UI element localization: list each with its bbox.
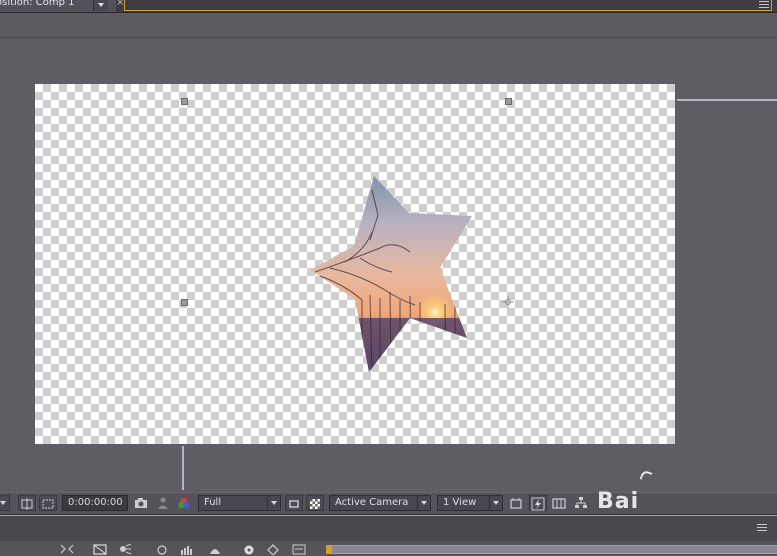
grid-icon (21, 498, 33, 510)
keyframe-nav-icon[interactable] (266, 544, 280, 555)
composition-canvas[interactable] (35, 84, 675, 444)
anchor-point-icon[interactable] (502, 296, 514, 308)
layer-handle-top-right[interactable] (505, 98, 512, 105)
timeline-panel-header (0, 515, 777, 542)
camera-view-value: Active Camera (335, 497, 409, 508)
mask-visibility-button[interactable] (39, 495, 57, 511)
resolution-dropdown[interactable]: Full (198, 495, 281, 511)
flowchart-icon[interactable] (574, 496, 588, 510)
checkerboard-icon (310, 499, 320, 509)
region-icon (289, 500, 299, 508)
draft-3d-icon[interactable] (60, 544, 74, 555)
fast-previews-button[interactable] (529, 495, 547, 511)
magnification-button[interactable] (0, 495, 10, 511)
composition-tab-label: osition: Comp 1 (0, 0, 75, 8)
panel-menu-icon[interactable] (759, 1, 769, 9)
brainstorm-icon[interactable] (208, 544, 222, 555)
chevron-down-icon[interactable] (93, 0, 108, 11)
layer-handle-mid-left[interactable] (181, 299, 188, 306)
stopwatch-icon[interactable] (242, 544, 256, 555)
layer-handle-top-left[interactable] (181, 98, 188, 105)
graph-editor-icon[interactable] (180, 544, 194, 555)
mask-icon (42, 499, 54, 509)
work-area-bar[interactable] (326, 545, 777, 554)
pixel-aspect-icon[interactable] (509, 496, 523, 510)
rgb-channels-icon[interactable] (177, 496, 191, 510)
motion-blur-icon[interactable] (118, 544, 132, 555)
guide-line-horizontal[interactable] (677, 99, 777, 101)
chart-icon[interactable] (292, 544, 306, 555)
composition-navigator-bar (0, 13, 777, 38)
region-of-interest-button[interactable] (285, 495, 303, 511)
transparency-grid-button[interactable] (306, 495, 324, 511)
view-layout-value: 1 View (443, 497, 477, 508)
active-panel-frame (124, 0, 772, 11)
title-action-safe-button[interactable] (18, 495, 36, 511)
fast-preview-icon (531, 497, 545, 511)
panel-menu-icon[interactable] (757, 524, 767, 532)
guide-line-vertical[interactable] (182, 446, 184, 490)
view-layout-dropdown[interactable]: 1 View (437, 495, 503, 511)
composition-mini-flowchart-icon[interactable] (93, 544, 107, 555)
current-time-field[interactable]: 0:00:00:00 (62, 495, 128, 511)
panel-tab-bar: osition: Comp 1 × (0, 0, 777, 13)
composition-tab[interactable]: osition: Comp 1 (0, 0, 116, 12)
camera-view-dropdown[interactable]: Active Camera (329, 495, 431, 511)
watermark-logo: Bai (597, 489, 640, 514)
viewer-toolbar: 0:00:00:00 Full Active Camera 1 View (0, 492, 777, 515)
resolution-value: Full (204, 497, 222, 508)
camera-icon[interactable] (134, 496, 148, 510)
timeline-icon[interactable] (552, 496, 566, 510)
solo-icon[interactable] (155, 544, 169, 555)
person-icon[interactable] (156, 496, 170, 510)
